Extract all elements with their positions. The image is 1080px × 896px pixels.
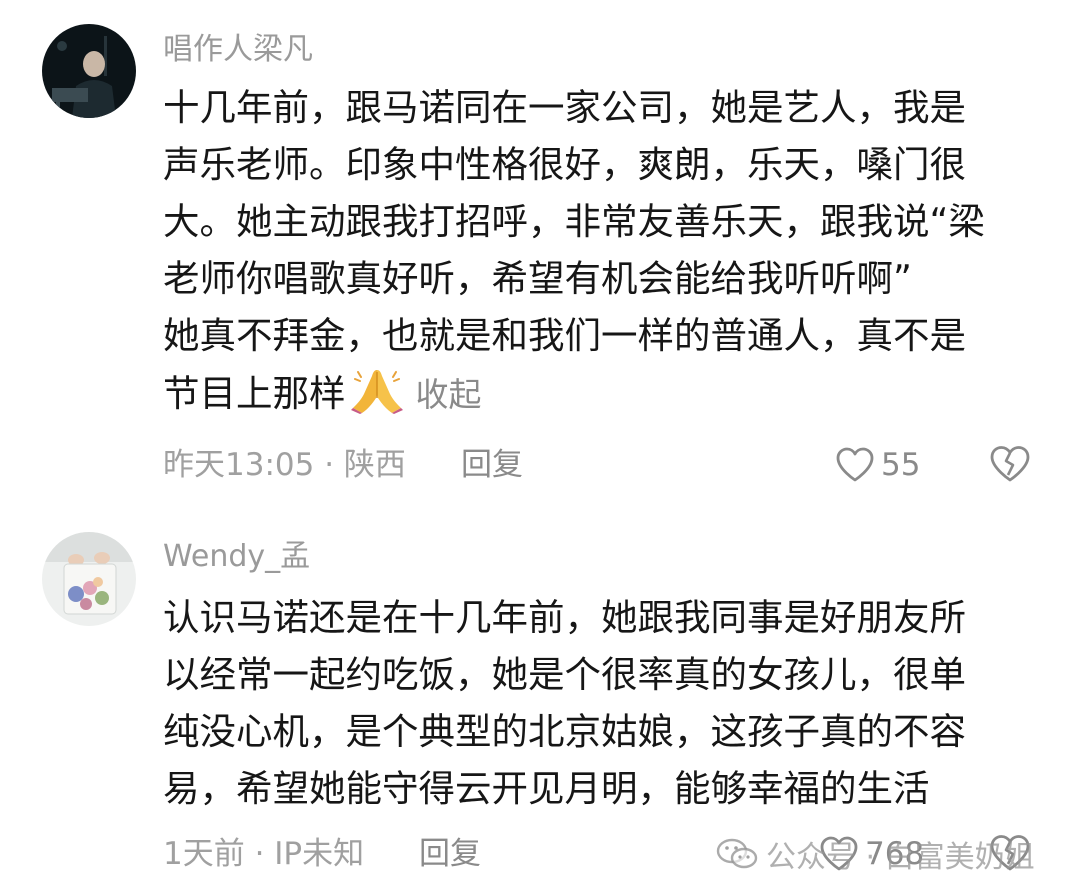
dislike-button[interactable] [989,445,1031,495]
like-count: 55 [881,447,921,483]
timestamp-location: 昨天13:05 · 陕西 [163,447,406,483]
comment-line: 十几年前，跟马诺同在一家公司，她是艺人，我是 [163,86,966,129]
comment-line-last: 节目上那样 收起 [163,364,1043,421]
comment-line: 她真不拜金，也就是和我们一样的普通人，真不是 [163,314,966,357]
collapse-link[interactable]: 收起 [416,375,482,414]
timestamp-location: 1天前 · IP未知 [163,836,365,872]
comment-line: 以经常一起约吃饭，她是个很率真的女孩儿，很单 [163,653,966,696]
avatar[interactable] [42,532,136,626]
comment-text: 十几年前，跟马诺同在一家公司，她是艺人，我是 声乐老师。印象中性格很好，爽朗，乐… [163,79,1043,421]
watermark: 公众号 · 白富美奶姐 [716,832,1035,876]
wechat-icon [716,838,758,869]
comment-item: 唱作人梁凡 十几年前，跟马诺同在一家公司，她是艺人，我是 声乐老师。印象中性格很… [0,0,1080,500]
comment-line: 老师你唱歌真好听，希望有机会能给我听听啊” [163,257,912,300]
comment-line: 易，希望她能守得云开见月明，能够幸福的生活 [163,767,930,810]
folded-hands-icon [350,370,403,414]
reply-button[interactable]: 回复 [419,832,481,876]
comment-meta: 昨天13:05 · 陕西 回复 55 [163,443,1033,487]
comment-line-text: 节目上那样 [163,372,346,415]
comment-line: 纯没心机，是个典型的北京姑娘，这孩子真的不容 [163,710,966,753]
username[interactable]: 唱作人梁凡 [163,30,313,70]
heart-icon [836,447,874,482]
comment-text: 认识马诺还是在十几年前，她跟我同事是好朋友所 以经常一起约吃饭，她是个很率真的女… [163,589,1043,817]
broken-heart-icon [990,446,1030,482]
like-button[interactable]: 55 [835,443,920,487]
reply-button[interactable]: 回复 [461,443,523,487]
comment-line: 声乐老师。印象中性格很好，爽朗，乐天，嗓门很 [163,143,966,186]
comment-line: 认识马诺还是在十几年前，她跟我同事是好朋友所 [163,596,966,639]
comment-line: 大。她主动跟我打招呼，非常友善乐天，跟我说“梁 [163,200,985,243]
watermark-text: 公众号 · 白富美奶姐 [766,840,1035,875]
avatar[interactable] [42,24,136,118]
username[interactable]: Wendy_孟 [163,537,310,577]
